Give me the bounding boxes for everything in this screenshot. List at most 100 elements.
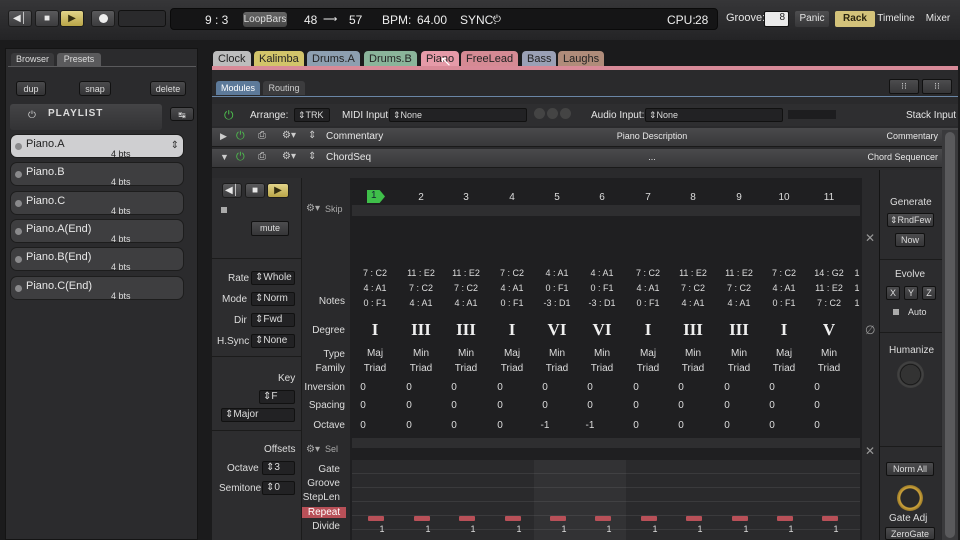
- degree-cell[interactable]: VI: [539, 320, 575, 340]
- spacing-cell[interactable]: 0: [618, 400, 654, 411]
- document-icon[interactable]: ⎙: [258, 151, 266, 162]
- power-icon[interactable]: ⏻: [236, 130, 245, 143]
- updown-icon[interactable]: ⇕: [308, 130, 316, 141]
- family-cell[interactable]: Triad: [539, 363, 575, 374]
- skip-row[interactable]: [352, 205, 860, 216]
- note-cell[interactable]: 7 : C2: [721, 283, 757, 293]
- playlist-item[interactable]: Piano.B 4 bts: [10, 162, 184, 187]
- divide-value[interactable]: 1: [468, 524, 478, 534]
- column-number[interactable]: 5: [542, 192, 572, 203]
- inversion-cell[interactable]: 0: [754, 382, 790, 393]
- type-cell[interactable]: Maj: [766, 348, 802, 359]
- type-cell[interactable]: Maj: [494, 348, 530, 359]
- spacing-cell[interactable]: 0: [754, 400, 790, 411]
- repeat-bar[interactable]: [505, 516, 521, 521]
- humanize-knob[interactable]: [897, 361, 924, 388]
- octave-cell[interactable]: 0: [436, 420, 472, 431]
- rndfew-select[interactable]: ⇕RndFew: [887, 213, 934, 227]
- close-icon[interactable]: ✕: [865, 231, 875, 245]
- lane-label-divide[interactable]: Divide: [290, 521, 340, 532]
- playlist-item[interactable]: Piano.B(End) 4 bts: [10, 247, 184, 272]
- playlist-item[interactable]: Piano.C(End) 4 bts: [10, 275, 184, 301]
- note-cell[interactable]: 4 : A1: [494, 283, 530, 293]
- family-cell[interactable]: Triad: [403, 363, 439, 374]
- sync-power-icon[interactable]: ⏻: [493, 14, 501, 25]
- inversion-cell[interactable]: 0: [663, 382, 699, 393]
- spacing-cell[interactable]: 0: [572, 400, 608, 411]
- divide-value[interactable]: 1: [741, 524, 751, 534]
- octave-cell[interactable]: 0: [391, 420, 427, 431]
- note-cell[interactable]: 7 : C2: [630, 268, 666, 278]
- auto-checkbox[interactable]: [893, 309, 899, 315]
- audio-input-select[interactable]: ⇕None: [645, 108, 783, 122]
- delete-button[interactable]: delete: [150, 81, 186, 96]
- family-cell[interactable]: Triad: [357, 363, 393, 374]
- note-cell[interactable]: 11 : E2: [403, 268, 439, 278]
- family-cell[interactable]: Triad: [675, 363, 711, 374]
- note-cell[interactable]: 7 : C2: [403, 283, 439, 293]
- repeat-bar[interactable]: [686, 516, 702, 521]
- note-cell[interactable]: 7 : C2: [811, 298, 847, 308]
- divide-value[interactable]: 1: [786, 524, 796, 534]
- degree-cell[interactable]: I: [494, 320, 530, 340]
- note-cell[interactable]: 7 : C2: [675, 283, 711, 293]
- octave-cell[interactable]: 0: [345, 420, 381, 431]
- sel-gear-icon[interactable]: ⚙▾: [306, 444, 320, 455]
- family-cell[interactable]: Triad: [630, 363, 666, 374]
- divide-value[interactable]: 1: [831, 524, 841, 534]
- timeline-tab[interactable]: Timeline: [876, 11, 916, 27]
- hsync-select[interactable]: ⇕None: [251, 334, 295, 348]
- loop-start[interactable]: 48: [304, 13, 317, 27]
- spacing-cell[interactable]: 0: [527, 400, 563, 411]
- power-icon[interactable]: ⏻: [28, 110, 36, 121]
- note-cell-partial[interactable]: 1: [852, 298, 862, 308]
- repeat-bar[interactable]: [368, 516, 384, 521]
- key-select[interactable]: ⇕F: [259, 390, 295, 404]
- note-cell[interactable]: 0 : F1: [630, 298, 666, 308]
- divide-value[interactable]: 1: [604, 524, 614, 534]
- degree-cell[interactable]: I: [357, 320, 393, 340]
- bpm-value[interactable]: 64.00: [417, 13, 447, 27]
- inversion-cell[interactable]: 0: [527, 382, 563, 393]
- evolve-y-button[interactable]: Y: [904, 286, 918, 300]
- updown-icon[interactable]: ⇕: [171, 140, 179, 151]
- note-cell[interactable]: 4 : A1: [721, 298, 757, 308]
- note-cell[interactable]: 4 : A1: [766, 283, 802, 293]
- seq-loop-checkbox[interactable]: [221, 207, 227, 213]
- inversion-cell[interactable]: 0: [799, 382, 835, 393]
- family-cell[interactable]: Triad: [494, 363, 530, 374]
- divide-value[interactable]: 1: [650, 524, 660, 534]
- stop-button[interactable]: ■: [35, 10, 59, 27]
- divide-value[interactable]: 1: [514, 524, 524, 534]
- spacing-cell[interactable]: 0: [345, 400, 381, 411]
- divide-value[interactable]: 1: [559, 524, 569, 534]
- repeat-bar[interactable]: [641, 516, 657, 521]
- family-cell[interactable]: Triad: [721, 363, 757, 374]
- octave-cell[interactable]: 0: [709, 420, 745, 431]
- note-cell[interactable]: 14 : G2: [811, 268, 847, 278]
- evolve-x-button[interactable]: X: [886, 286, 900, 300]
- skip-gear-icon[interactable]: ⚙▾: [306, 203, 320, 214]
- note-cell[interactable]: -3 : D1: [539, 298, 575, 308]
- octave-cell[interactable]: -1: [572, 420, 608, 431]
- degree-cell[interactable]: III: [403, 320, 439, 340]
- tab-drums-b[interactable]: Drums.B: [364, 51, 417, 67]
- groove-field[interactable]: 8: [764, 11, 789, 27]
- type-cell[interactable]: Min: [448, 348, 484, 359]
- zerogate-button[interactable]: ZeroGate: [885, 527, 935, 540]
- note-cell[interactable]: 0 : F1: [494, 298, 530, 308]
- degree-cell[interactable]: III: [675, 320, 711, 340]
- note-cell[interactable]: 4 : A1: [357, 283, 393, 293]
- column-number[interactable]: 4: [497, 192, 527, 203]
- note-cell[interactable]: 4 : A1: [630, 283, 666, 293]
- inversion-cell[interactable]: 0: [709, 382, 745, 393]
- note-cell[interactable]: 0 : F1: [357, 298, 393, 308]
- tab-modules[interactable]: Modules: [216, 81, 260, 95]
- repeat-bar[interactable]: [550, 516, 566, 521]
- divide-value[interactable]: 1: [695, 524, 705, 534]
- collapse-triangle-icon[interactable]: ▼: [220, 152, 229, 162]
- scrub-field[interactable]: [118, 10, 166, 27]
- octave-cell[interactable]: -1: [527, 420, 563, 431]
- panic-button[interactable]: Panic: [795, 11, 829, 27]
- seq-rewind-button[interactable]: ◀│: [222, 183, 242, 198]
